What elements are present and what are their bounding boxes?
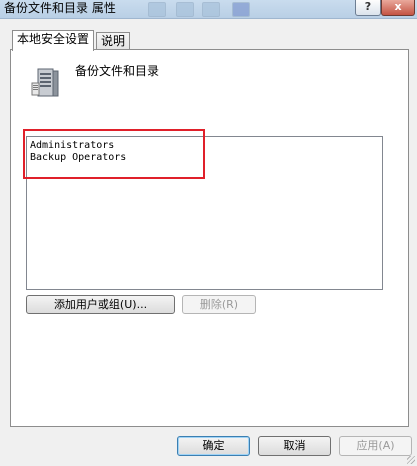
members-listbox[interactable]: Administrators Backup Operators	[26, 136, 383, 290]
remove-button[interactable]: 删除(R)	[182, 295, 256, 314]
tab-page: 备份文件和目录 Administrators Backup Operators …	[10, 49, 409, 427]
background-window-icon	[232, 2, 250, 17]
cancel-button[interactable]: 取消	[258, 436, 331, 456]
apply-button[interactable]: 应用(A)	[339, 436, 412, 456]
background-window-icon	[176, 2, 194, 17]
help-icon: ?	[364, 0, 372, 13]
close-icon: x	[394, 0, 402, 13]
resize-grip[interactable]	[407, 456, 415, 464]
title-bar[interactable]: 备份文件和目录 属性 ? x	[0, 0, 417, 19]
tab-local-security-setting[interactable]: 本地安全设置	[12, 30, 95, 51]
window-title: 备份文件和目录 属性	[4, 1, 116, 15]
background-window-icon	[148, 2, 166, 17]
server-icon	[31, 68, 59, 97]
add-user-or-group-button[interactable]: 添加用户或组(U)...	[26, 295, 175, 314]
tab-label: 本地安全设置	[17, 32, 90, 46]
help-button[interactable]: ?	[355, 0, 381, 16]
ok-button[interactable]: 确定	[177, 436, 250, 456]
policy-name: 备份文件和目录	[75, 64, 160, 78]
list-item[interactable]: Backup Operators	[30, 152, 126, 164]
close-button[interactable]: x	[381, 0, 415, 16]
background-window-icon	[202, 2, 220, 17]
tab-label: 说明	[101, 34, 126, 48]
list-item[interactable]: Administrators	[30, 140, 114, 152]
